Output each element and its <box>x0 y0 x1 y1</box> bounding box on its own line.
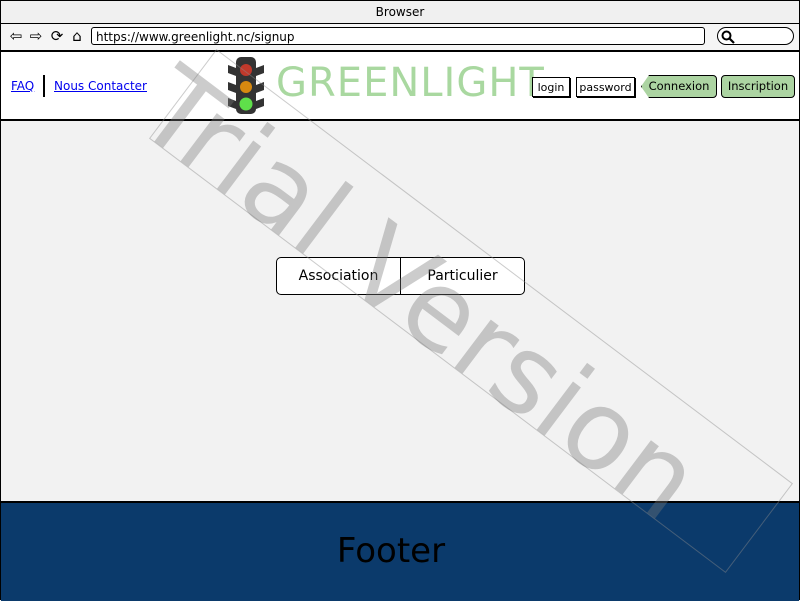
browser-window: Browser ⇦ ⇨ ⟳ ⌂ https://www.greenlight.n… <box>0 0 800 601</box>
reload-icon[interactable]: ⟳ <box>49 28 65 44</box>
password-field[interactable]: password <box>576 77 635 97</box>
link-separator <box>43 75 45 97</box>
back-arrow-icon[interactable]: ⇦ <box>8 28 24 44</box>
particulier-option[interactable]: Particulier <box>400 258 524 294</box>
browser-search-input[interactable] <box>717 27 794 45</box>
forward-arrow-icon[interactable]: ⇨ <box>28 28 44 44</box>
connexion-button[interactable]: Connexion <box>641 75 717 98</box>
page-footer: Footer <box>1 501 799 601</box>
home-icon[interactable]: ⌂ <box>69 28 85 44</box>
account-type-switch: Association Particulier <box>276 257 525 295</box>
window-title-bar: Browser <box>1 1 799 24</box>
association-option[interactable]: Association <box>277 258 400 294</box>
footer-label: Footer <box>336 531 446 571</box>
site-header: FAQ Nous Contacter GREENLIGHT login pass… <box>1 52 799 121</box>
search-icon <box>721 30 735 44</box>
address-bar[interactable]: https://www.greenlight.nc/signup <box>91 27 705 45</box>
login-field[interactable]: login <box>532 77 570 97</box>
inscription-button[interactable]: Inscription <box>721 75 795 98</box>
site-logo-text: GREENLIGHT <box>276 60 545 106</box>
browser-nav-bar: ⇦ ⇨ ⟳ ⌂ https://www.greenlight.nc/signup <box>1 24 799 52</box>
traffic-light-icon <box>228 57 264 114</box>
window-title: Browser <box>375 5 425 19</box>
faq-link[interactable]: FAQ <box>11 79 34 93</box>
contact-link[interactable]: Nous Contacter <box>54 79 147 93</box>
